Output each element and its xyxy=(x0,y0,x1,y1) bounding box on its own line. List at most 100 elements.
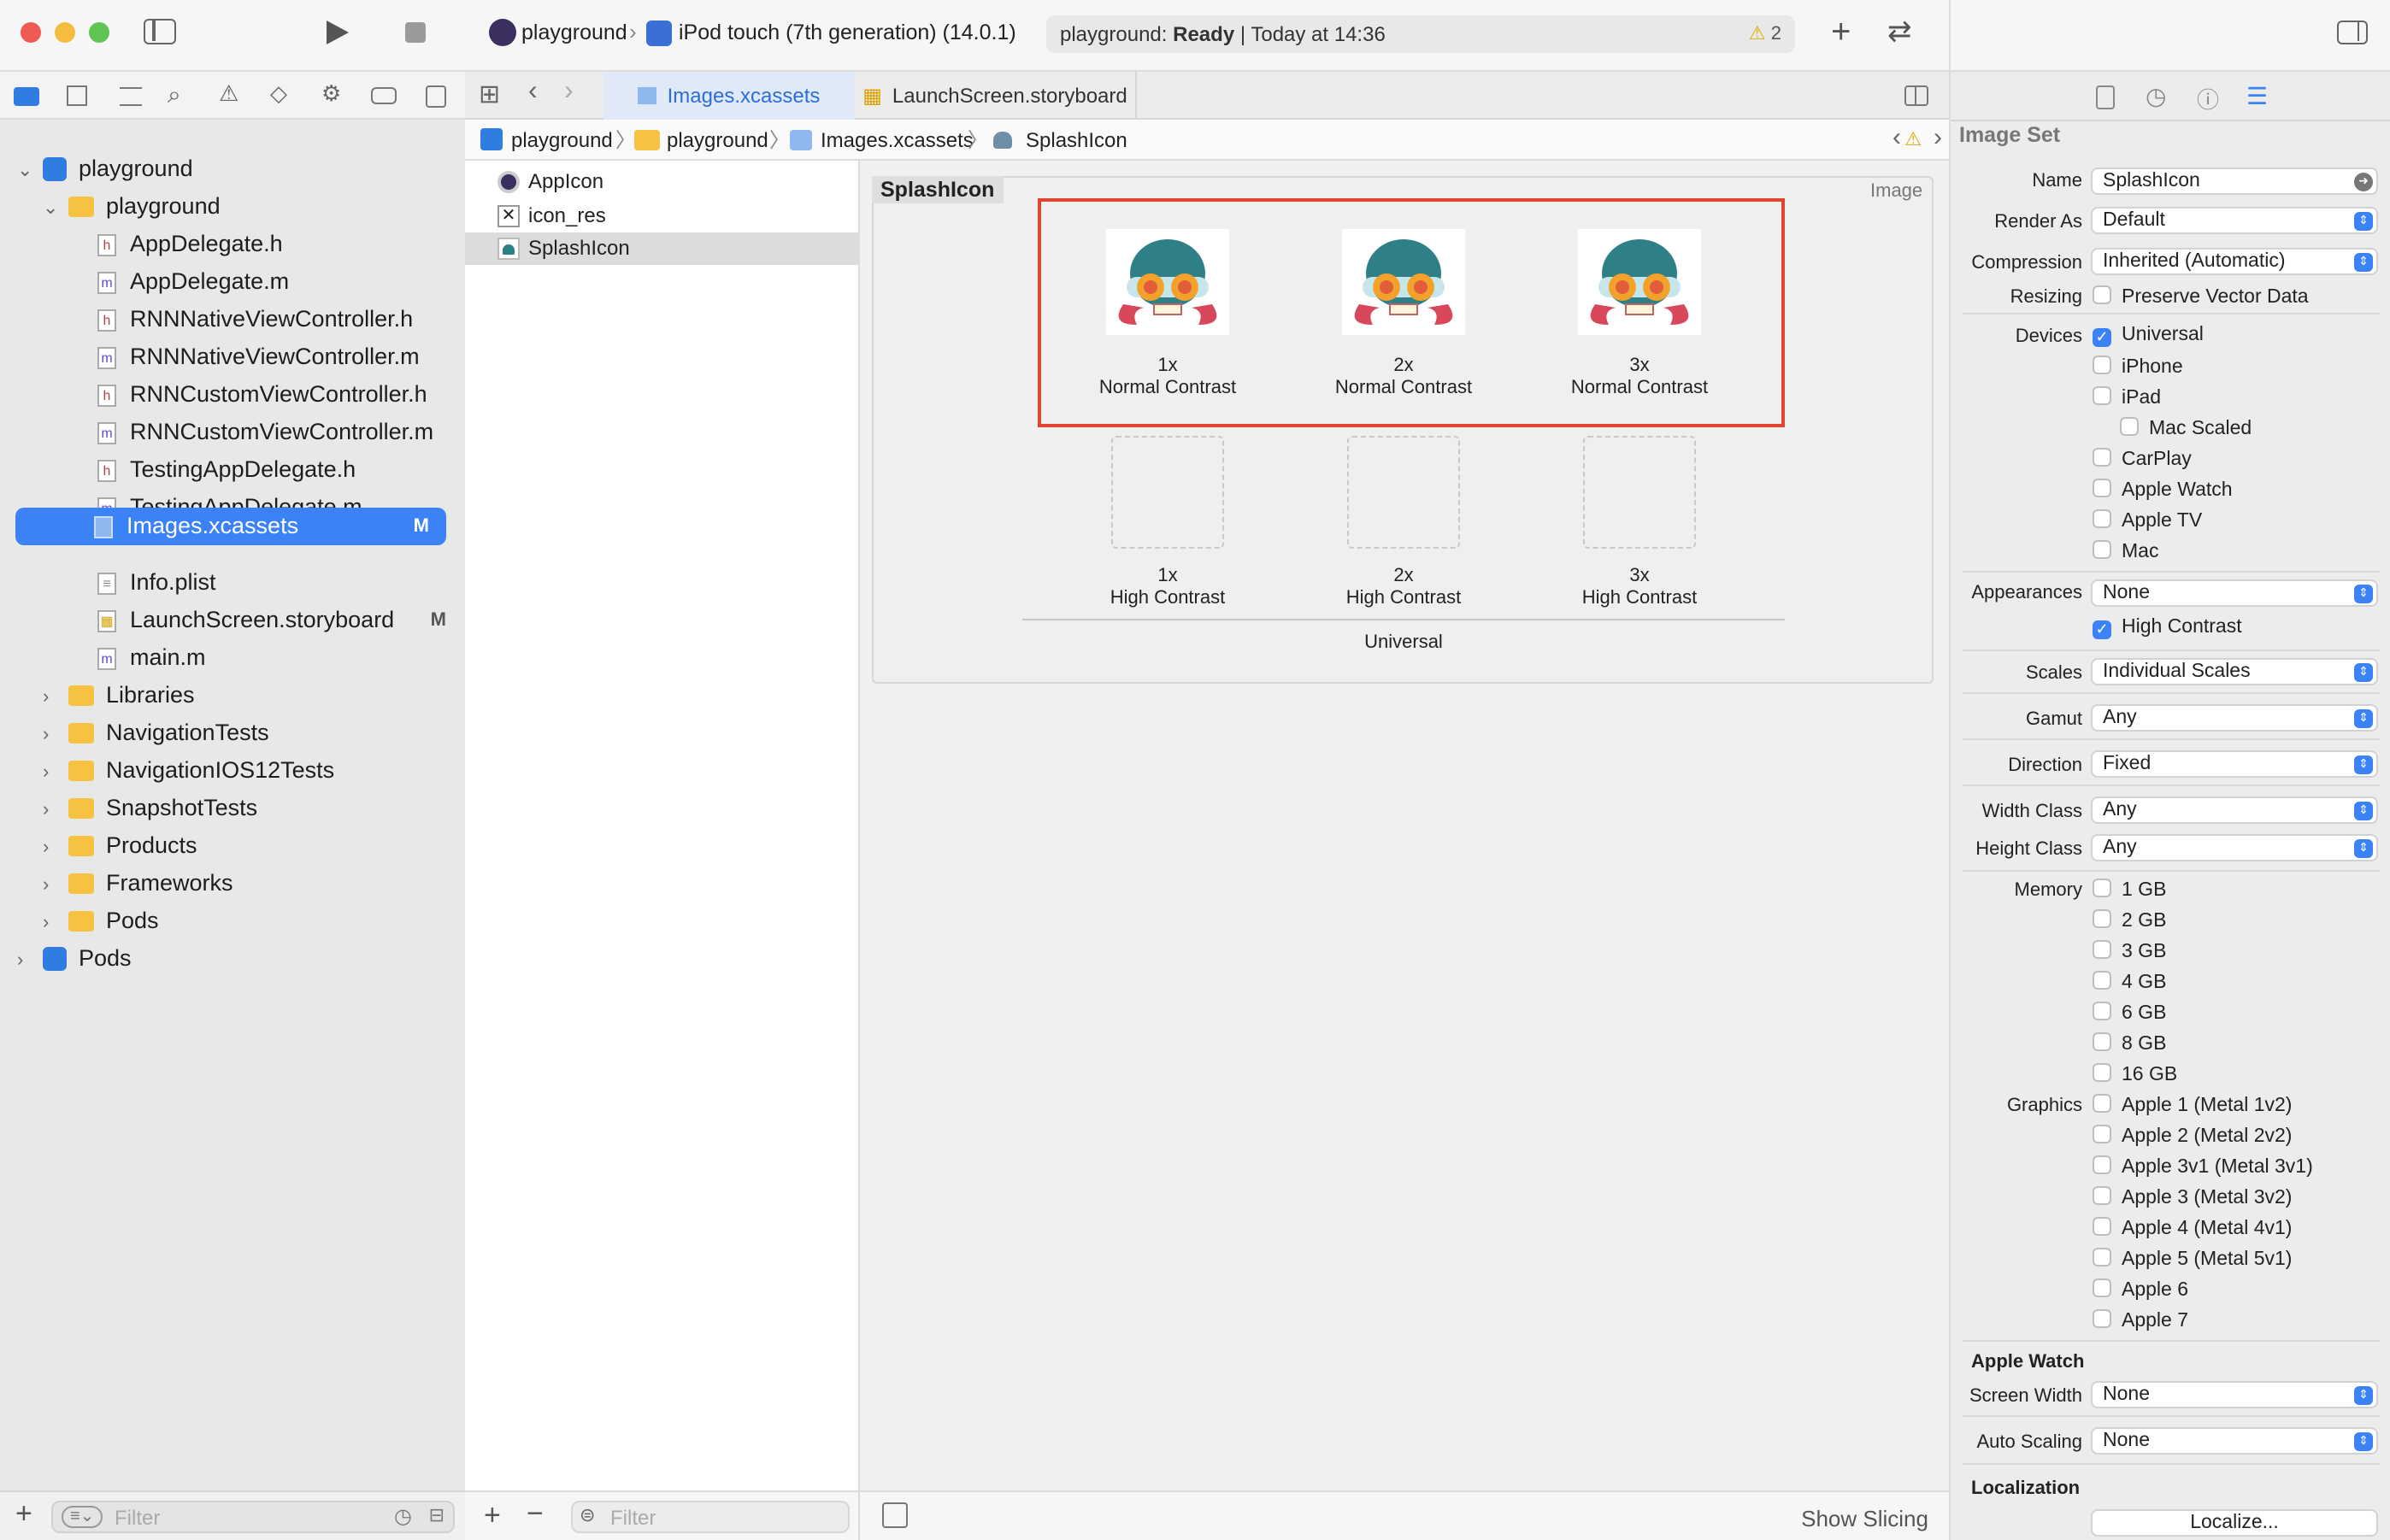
render-as-select[interactable]: Default ⇕ xyxy=(2091,207,2378,234)
name-field[interactable]: SplashIcon ➜ xyxy=(2091,168,2378,195)
go-arrow-icon[interactable]: ➜ xyxy=(2354,173,2373,191)
tree-item-file[interactable]: h TestingAppDelegate.h xyxy=(97,451,356,489)
screen-width-select[interactable]: None ⇕ xyxy=(2091,1381,2378,1408)
debug-navigator-icon[interactable]: ⚙ xyxy=(321,80,341,108)
image-set-name[interactable]: SplashIcon xyxy=(872,176,1004,203)
code-review-icon[interactable]: ⇄ xyxy=(1887,15,1912,50)
destination-device[interactable]: iPod touch (7th generation) (14.0.1) xyxy=(679,21,1016,44)
device-checkbox-universal[interactable]: ✓ Universal xyxy=(2093,325,2204,347)
breadcrumb-item[interactable]: playground xyxy=(667,120,768,161)
test-navigator-icon[interactable]: ◇ xyxy=(270,80,287,108)
tree-item-file[interactable]: h RNNCustomViewController.h xyxy=(97,376,427,414)
memory-checkbox[interactable]: 1 GB xyxy=(2093,879,2166,901)
tree-item-project[interactable]: ⌄ playground xyxy=(17,150,193,188)
graphics-checkbox[interactable]: Apple 6 xyxy=(2093,1278,2188,1301)
graphics-checkbox[interactable]: Apple 5 (Metal 5v1) xyxy=(2093,1248,2292,1270)
graphics-checkbox[interactable]: Apple 7 xyxy=(2093,1309,2188,1331)
zoom-window-button[interactable] xyxy=(89,22,109,43)
previous-issue-icon[interactable]: ‹ xyxy=(1893,118,1901,159)
tree-item-file[interactable]: ▦ LaunchScreen.storyboard M xyxy=(97,602,446,639)
image-slot-3x-high[interactable] xyxy=(1583,436,1696,549)
tree-item-group[interactable]: › Frameworks xyxy=(43,865,233,902)
tree-item-group[interactable]: › NavigationIOS12Tests xyxy=(43,752,334,790)
auto-scaling-select[interactable]: None ⇕ xyxy=(2091,1427,2378,1455)
compression-select[interactable]: Inherited (Automatic) ⇕ xyxy=(2091,248,2378,275)
memory-checkbox[interactable]: 3 GB xyxy=(2093,940,2166,962)
image-slot-2x-normal[interactable] xyxy=(1342,229,1465,335)
symbol-navigator-icon[interactable] xyxy=(120,87,142,106)
asset-row-icon-res[interactable]: ✕ icon_res xyxy=(465,200,860,232)
breadcrumb-item[interactable]: Images.xcassets xyxy=(821,120,974,161)
tree-item-group[interactable]: › SnapshotTests xyxy=(43,790,257,827)
tree-item-group[interactable]: › Products xyxy=(43,827,197,865)
device-checkbox-iphone[interactable]: iPhone xyxy=(2093,356,2183,378)
scheme-name[interactable]: playground xyxy=(521,21,627,44)
help-inspector-icon[interactable]: ⓘ xyxy=(2197,82,2219,115)
asset-row-splashicon[interactable]: SplashIcon xyxy=(465,232,860,265)
tree-item-file[interactable]: m RNNCustomViewController.m xyxy=(97,414,433,451)
image-slot-1x-normal[interactable] xyxy=(1106,229,1229,335)
device-checkbox-mac[interactable]: Mac xyxy=(2093,540,2158,562)
recent-files-icon[interactable]: ◷ xyxy=(394,1504,412,1528)
device-checkbox-apple-tv[interactable]: Apple TV xyxy=(2093,509,2202,532)
tree-item-file[interactable]: h AppDelegate.h xyxy=(97,226,283,263)
scales-select[interactable]: Individual Scales ⇕ xyxy=(2091,658,2378,685)
tree-item-project[interactable]: › Pods xyxy=(17,940,132,978)
height-class-select[interactable]: Any ⇕ xyxy=(2091,834,2378,861)
add-library-icon[interactable]: + xyxy=(1831,14,1851,53)
tree-item-file[interactable]: m main.m xyxy=(97,639,206,677)
source-control-navigator-icon[interactable] xyxy=(67,85,87,106)
tree-item-file[interactable]: ≡ Info.plist xyxy=(97,564,216,602)
add-file-icon[interactable]: + xyxy=(15,1497,32,1531)
preserve-vector-checkbox[interactable]: Preserve Vector Data xyxy=(2093,285,2309,308)
memory-checkbox[interactable]: 4 GB xyxy=(2093,971,2166,993)
tree-item-group[interactable]: › Libraries xyxy=(43,677,195,714)
memory-checkbox[interactable]: 6 GB xyxy=(2093,1002,2166,1024)
device-checkbox-mac-scaled[interactable]: Mac Scaled xyxy=(2120,417,2252,439)
graphics-checkbox[interactable]: Apple 1 (Metal 1v2) xyxy=(2093,1094,2292,1116)
related-items-icon[interactable]: ⊞ xyxy=(479,79,500,109)
breadcrumb-item[interactable]: playground xyxy=(511,120,613,161)
tree-item-images-xcassets[interactable]: Images.xcassets M xyxy=(15,508,446,545)
asset-row-appicon[interactable]: AppIcon xyxy=(465,166,860,198)
toggle-navigator-icon[interactable] xyxy=(144,19,176,44)
warning-icon[interactable]: ⚠ xyxy=(1904,120,1922,161)
tree-item-file[interactable]: m AppDelegate.m xyxy=(97,263,289,301)
run-icon[interactable] xyxy=(325,19,350,46)
filter-options-icon[interactable]: ≡⌄ xyxy=(62,1506,103,1528)
graphics-checkbox[interactable]: Apple 3 (Metal 3v2) xyxy=(2093,1186,2292,1208)
find-navigator-icon[interactable]: ⌕ xyxy=(168,80,181,109)
project-navigator-icon[interactable] xyxy=(14,87,39,106)
split-editor-icon[interactable] xyxy=(1904,85,1928,106)
device-checkbox-apple-watch[interactable]: Apple Watch xyxy=(2093,479,2233,501)
file-inspector-icon[interactable] xyxy=(2096,85,2115,109)
tree-item-group[interactable]: ⌄ playground xyxy=(43,188,221,226)
show-overview-icon[interactable] xyxy=(882,1502,908,1528)
remove-asset-icon[interactable]: − xyxy=(527,1497,544,1531)
breadcrumb-item[interactable]: SplashIcon xyxy=(1026,120,1127,161)
minimize-window-button[interactable] xyxy=(55,22,75,43)
warning-indicator[interactable]: ⚠ 2 xyxy=(1749,15,1781,53)
tab-launchscreen-storyboard[interactable]: ▦ LaunchScreen.storyboard xyxy=(855,72,1137,120)
navigator-filter-field[interactable]: ≡⌄ Filter ◷ ⊟ xyxy=(51,1501,455,1533)
memory-checkbox[interactable]: 16 GB xyxy=(2093,1063,2177,1085)
memory-checkbox[interactable]: 8 GB xyxy=(2093,1032,2166,1055)
stop-icon[interactable] xyxy=(405,22,426,43)
report-navigator-icon[interactable] xyxy=(426,85,446,108)
tab-images-xcassets[interactable]: Images.xcassets xyxy=(603,72,855,120)
width-class-select[interactable]: Any ⇕ xyxy=(2091,796,2378,824)
localize-button[interactable]: Localize... xyxy=(2091,1509,2378,1537)
back-icon[interactable]: ‹ xyxy=(528,77,538,108)
graphics-checkbox[interactable]: Apple 2 (Metal 2v2) xyxy=(2093,1125,2292,1147)
memory-checkbox[interactable]: 2 GB xyxy=(2093,909,2166,932)
graphics-checkbox[interactable]: Apple 4 (Metal 4v1) xyxy=(2093,1217,2292,1239)
next-issue-icon[interactable]: › xyxy=(1934,118,1942,159)
tree-item-file[interactable]: h RNNNativeViewController.h xyxy=(97,301,413,338)
device-checkbox-ipad[interactable]: iPad xyxy=(2093,386,2161,409)
graphics-checkbox[interactable]: Apple 3v1 (Metal 3v1) xyxy=(2093,1155,2313,1178)
direction-select[interactable]: Fixed ⇕ xyxy=(2091,750,2378,778)
source-control-filter-icon[interactable]: ⊟ xyxy=(429,1504,444,1526)
high-contrast-checkbox[interactable]: ✓ High Contrast xyxy=(2093,617,2242,639)
tree-item-file[interactable]: m RNNNativeViewController.m xyxy=(97,338,420,376)
attributes-inspector-icon[interactable]: ☰ xyxy=(2246,82,2268,111)
